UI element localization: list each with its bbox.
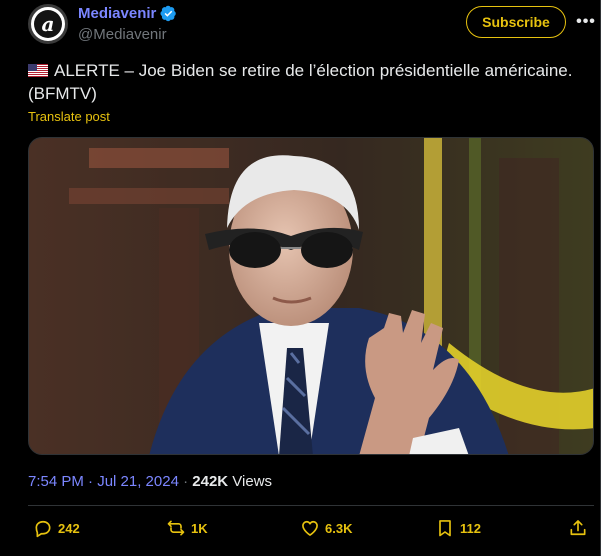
- divider: [28, 505, 594, 506]
- views-label: Views: [228, 473, 273, 490]
- post-timestamp[interactable]: 7:54 PM · Jul 21, 2024: [28, 473, 179, 490]
- post-metadata: 7:54 PM · Jul 21, 2024 · 242K Views: [28, 473, 272, 490]
- translate-post-link[interactable]: Translate post: [28, 109, 110, 124]
- share-icon: [570, 520, 586, 536]
- bookmark-icon: [439, 520, 451, 537]
- post-photo: [29, 138, 593, 454]
- repost-button[interactable]: 1K: [166, 518, 208, 538]
- post-header: a Mediavenir @Mediavenir Subscribe •••: [28, 4, 598, 48]
- repost-count: 1K: [191, 520, 208, 536]
- bookmark-count: 112: [460, 520, 481, 536]
- like-count: 6.3K: [325, 520, 353, 536]
- post-image[interactable]: [28, 137, 594, 455]
- views-count: 242K: [192, 473, 229, 490]
- reply-count: 242: [58, 520, 80, 536]
- reply-button[interactable]: 242: [33, 518, 80, 538]
- avatar-letter: a: [34, 10, 62, 38]
- author-name-row[interactable]: Mediavenir: [78, 5, 177, 22]
- action-bar: 242 1K 6.3K 112: [28, 518, 594, 546]
- post-body: ALERTE – Joe Biden se retire de l’électi…: [28, 61, 573, 103]
- avatar[interactable]: a: [28, 4, 68, 44]
- more-options-icon[interactable]: •••: [575, 12, 597, 32]
- subscribe-button[interactable]: Subscribe: [466, 6, 566, 38]
- author-name[interactable]: Mediavenir: [78, 5, 156, 22]
- author-handle[interactable]: @Mediavenir: [78, 26, 167, 43]
- like-button[interactable]: 6.3K: [300, 518, 352, 538]
- us-flag-icon: [28, 64, 48, 77]
- post-text: ALERTE – Joe Biden se retire de l’électi…: [28, 59, 593, 105]
- repost-icon: [167, 520, 185, 536]
- heart-icon: [302, 520, 318, 536]
- reply-icon: [35, 520, 51, 538]
- share-button[interactable]: [568, 518, 588, 538]
- bookmark-button[interactable]: 112: [435, 518, 481, 538]
- verified-badge-icon: [160, 5, 177, 22]
- meta-separator: ·: [178, 473, 193, 490]
